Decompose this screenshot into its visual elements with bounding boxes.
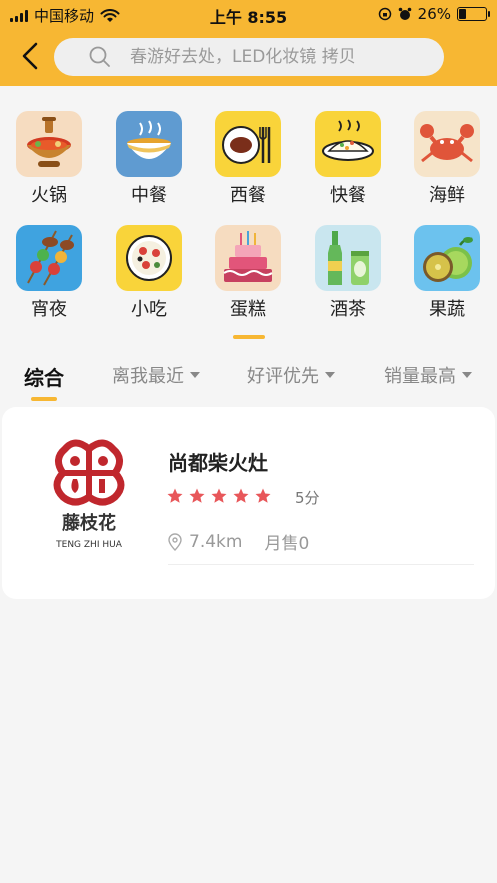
category-label: 小吃: [131, 299, 167, 320]
category-label: 酒茶: [330, 299, 366, 320]
hotpot-icon: [16, 111, 82, 177]
header-bar: 中国移动 上午 8:55 26%: [0, 0, 497, 86]
logo-text-en: TENG ZHI HUA: [55, 540, 123, 550]
back-arrow-icon[interactable]: [18, 40, 46, 72]
sort-tab-label: 销量最高: [384, 366, 456, 387]
category-label: 果蔬: [429, 299, 465, 320]
star-icon: [211, 488, 227, 503]
rotation-lock-icon: [378, 7, 391, 21]
category-label: 快餐: [330, 185, 366, 206]
caret-down-icon: [325, 372, 335, 378]
sort-tab-nearest[interactable]: 离我最近: [112, 362, 200, 388]
category-drinks[interactable]: 酒茶: [312, 225, 384, 321]
shop-logo: 藤枝花 TENG ZHI HUA: [53, 439, 125, 550]
category-cake[interactable]: 蛋糕: [212, 225, 284, 321]
pizza-icon: [116, 225, 182, 291]
category-hotpot[interactable]: 火锅: [13, 111, 85, 207]
card-divider: [168, 564, 474, 565]
search-icon: [89, 46, 110, 67]
category-label: 蛋糕: [230, 299, 266, 320]
battery-icon: [457, 7, 490, 21]
shop-card[interactable]: 藤枝花 TENG ZHI HUA 尚都柴火灶 5分 7.4km 月售0: [2, 407, 495, 599]
category-snacks[interactable]: 小吃: [113, 225, 185, 321]
sort-tab-comprehensive[interactable]: 综合: [24, 362, 64, 391]
category-label: 中餐: [131, 185, 167, 206]
category-chinese[interactable]: 中餐: [113, 111, 185, 207]
sort-tab-best-selling[interactable]: 销量最高: [384, 362, 472, 388]
category-fruit[interactable]: 果蔬: [411, 225, 483, 321]
battery-fill: [459, 9, 466, 19]
alarm-icon: [398, 7, 411, 20]
category-label: 宵夜: [31, 299, 67, 320]
sort-bar: 综合 离我最近 好评优先 销量最高: [0, 350, 497, 398]
category-label: 火锅: [31, 185, 67, 206]
search-bar[interactable]: [54, 38, 444, 76]
sort-tab-label: 好评优先: [247, 366, 319, 387]
category-page-indicator: [233, 335, 265, 339]
battery-percent: 26%: [417, 5, 451, 23]
category-label: 西餐: [230, 185, 266, 206]
shop-monthly-sales: 月售0: [264, 534, 310, 554]
category-label: 海鲜: [429, 185, 465, 206]
location-pin-icon: [168, 532, 182, 551]
category-seafood[interactable]: 海鲜: [411, 111, 483, 207]
category-grid: 火锅 中餐 西餐 快餐 海鲜 宵夜 小吃 蛋糕 酒茶 果蔬: [0, 86, 497, 352]
sort-tab-top-rated[interactable]: 好评优先: [247, 362, 335, 388]
status-right: 26%: [378, 5, 490, 23]
soup-bowl-icon: [116, 111, 182, 177]
star-icon: [233, 488, 249, 503]
crab-icon: [414, 111, 480, 177]
star-icon: [167, 488, 183, 503]
sort-tab-label: 离我最近: [112, 366, 184, 387]
shop-distance: 7.4km: [189, 531, 243, 552]
category-fastfood[interactable]: 快餐: [312, 111, 384, 207]
status-bar: 中国移动 上午 8:55 26%: [0, 0, 497, 28]
rating-score: 5分: [295, 489, 320, 507]
sort-tab-label: 综合: [24, 366, 64, 390]
caret-down-icon: [190, 372, 200, 378]
skewer-icon: [16, 225, 82, 291]
star-icon: [255, 488, 271, 503]
category-western[interactable]: 西餐: [212, 111, 284, 207]
search-input[interactable]: [130, 47, 420, 67]
fruit-icon: [414, 225, 480, 291]
shop-meta: 7.4km 月售0: [167, 529, 309, 554]
rice-plate-icon: [315, 111, 381, 177]
logo-text-cn: 藤枝花: [62, 512, 116, 534]
shop-name: 尚都柴火灶: [168, 451, 268, 475]
bottles-icon: [315, 225, 381, 291]
category-latenight[interactable]: 宵夜: [13, 225, 85, 321]
cake-icon: [215, 225, 281, 291]
star-icon: [189, 488, 205, 503]
steak-icon: [215, 111, 281, 177]
rating-stars: [166, 487, 272, 505]
active-sort-indicator: [31, 397, 57, 401]
caret-down-icon: [462, 372, 472, 378]
